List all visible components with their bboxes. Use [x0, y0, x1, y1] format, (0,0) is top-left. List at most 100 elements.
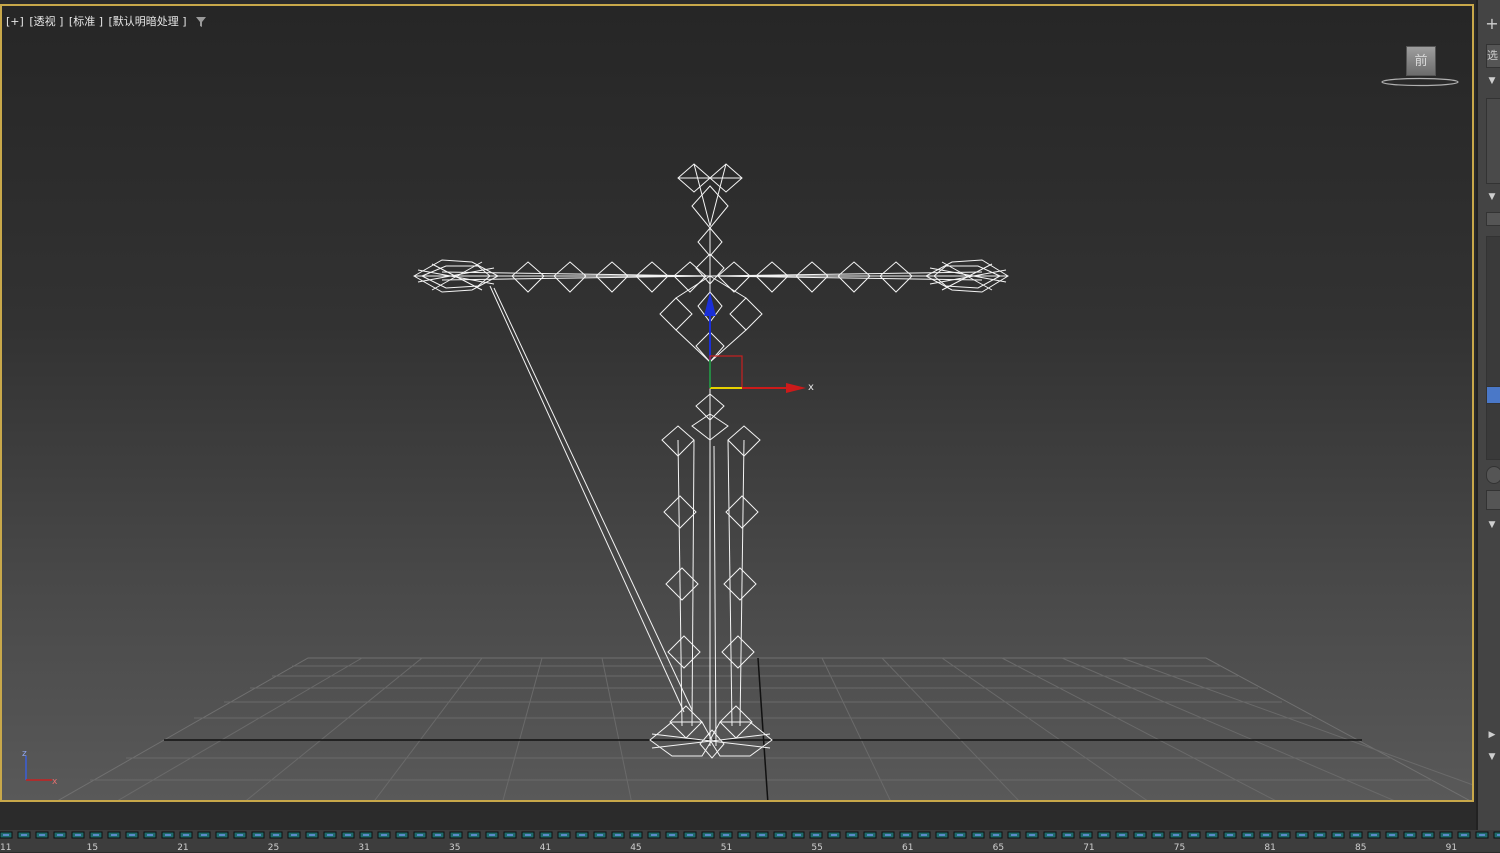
world-axis-tripod: z x	[22, 749, 58, 787]
timeline-key-mark	[1317, 834, 1323, 836]
timeline-key-mark	[363, 834, 369, 836]
timeline-key-mark	[165, 834, 171, 836]
timeline-key-mark	[1101, 834, 1107, 836]
timeline-key-mark	[417, 834, 423, 836]
timeline-key-mark	[21, 834, 27, 836]
axis-z-label: z	[22, 749, 27, 759]
timeline-key-mark	[1479, 834, 1485, 836]
plus-icon[interactable]: +	[1484, 14, 1500, 33]
ground-grid	[58, 657, 1472, 800]
timeline-key-mark	[993, 834, 999, 836]
timeline-track[interactable]	[0, 830, 1500, 840]
timeline-key-mark	[1371, 834, 1377, 836]
timeline-key-mark	[1173, 834, 1179, 836]
timeline-key-mark	[93, 834, 99, 836]
panel-button[interactable]	[1486, 490, 1500, 510]
viewcube[interactable]: 前	[1378, 46, 1462, 92]
timeline-key-mark	[669, 834, 675, 836]
timeline-key-mark	[183, 834, 189, 836]
timeline-key-mark	[1155, 834, 1161, 836]
timeline-key-mark	[111, 834, 117, 836]
timeline-key-mark	[615, 834, 621, 836]
timeline-key-mark	[831, 834, 837, 836]
timeline-key-mark	[525, 834, 531, 836]
timeline-key-mark	[129, 834, 135, 836]
timeline-key-mark	[1389, 834, 1395, 836]
timeline-key-mark	[597, 834, 603, 836]
collapse-arrow-icon[interactable]: ▼	[1484, 520, 1500, 530]
gizmo-x-label: x	[808, 382, 814, 393]
timeline-key-mark	[885, 834, 891, 836]
timeline-key-mark	[723, 834, 729, 836]
timeline-key-mark	[237, 834, 243, 836]
panel-radio[interactable]	[1486, 466, 1500, 484]
timeline-key-mark	[381, 834, 387, 836]
timeline-key-mark	[939, 834, 945, 836]
panel-checkbox[interactable]	[1486, 212, 1500, 226]
timeline-key-mark	[579, 834, 585, 836]
timeline-key-mark	[1407, 834, 1413, 836]
timeline-key-mark	[147, 834, 153, 836]
timeline-key-mark	[1335, 834, 1341, 836]
timeline-key-mark	[291, 834, 297, 836]
timeline-key-mark	[201, 834, 207, 836]
timeline[interactable]: 11 15 21 25 31 35 41 45 51 55 61 65 71 75 81 85 91	[0, 830, 1500, 853]
timeline-key-mark	[507, 834, 513, 836]
timeline-key-mark	[1263, 834, 1269, 836]
timeline-key-mark	[309, 834, 315, 836]
timeline-key-mark	[435, 834, 441, 836]
timeline-key-mark	[1299, 834, 1305, 836]
panel-list[interactable]	[1486, 236, 1500, 460]
timeline-key-mark	[453, 834, 459, 836]
collapse-arrow-icon[interactable]: ▼	[1484, 192, 1500, 202]
panel-section	[1486, 98, 1500, 184]
biped-skeleton[interactable]	[412, 163, 1009, 759]
timeline-key-mark	[957, 834, 963, 836]
timeline-key-mark	[489, 834, 495, 836]
timeline-ruler[interactable]: 11 15 21 25 31 35 41 45 51 55 61 65 71 75 81 85 91	[0, 840, 1500, 853]
timeline-key-mark	[1065, 834, 1071, 836]
timeline-key-mark	[1443, 834, 1449, 836]
timeline-key-mark	[1083, 834, 1089, 836]
timeline-key-mark	[273, 834, 279, 836]
timeline-key-mark	[1425, 834, 1431, 836]
timeline-key-mark	[219, 834, 225, 836]
timeline-key-mark	[741, 834, 747, 836]
timeline-key-mark	[813, 834, 819, 836]
timeline-key-mark	[39, 834, 45, 836]
timeline-key-mark	[1227, 834, 1233, 836]
timeline-key-mark	[327, 834, 333, 836]
timeline-key-mark	[1353, 834, 1359, 836]
timeline-key-mark	[633, 834, 639, 836]
perspective-viewport[interactable]: [+] [透视 ] [标准 ] [默认明暗处理 ] x z x 前	[0, 4, 1474, 802]
timeline-key-mark	[705, 834, 711, 836]
timeline-key-mark	[255, 834, 261, 836]
timeline-key-mark	[651, 834, 657, 836]
timeline-key-mark	[903, 834, 909, 836]
collapse-arrow-icon[interactable]: ▼	[1484, 76, 1500, 86]
timeline-key-mark	[1047, 834, 1053, 836]
expand-arrow-icon[interactable]: ▶	[1484, 730, 1500, 740]
collapse-arrow-icon[interactable]: ▼	[1484, 752, 1500, 762]
select-tab[interactable]: 选	[1486, 44, 1500, 68]
viewcube-ring[interactable]	[1378, 46, 1462, 92]
timeline-key-mark	[921, 834, 927, 836]
timeline-key-mark	[57, 834, 63, 836]
timeline-key-mark	[3, 834, 9, 836]
timeline-key-mark	[1281, 834, 1287, 836]
timeline-key-mark	[1209, 834, 1215, 836]
timeline-key-mark	[345, 834, 351, 836]
command-panel-strip[interactable]: + 选 ▼ ▼ ▼ ▶ ▼	[1476, 0, 1500, 830]
timeline-key-mark	[795, 834, 801, 836]
timeline-key-mark	[543, 834, 549, 836]
timeline-key-mark	[1137, 834, 1143, 836]
timeline-key-mark	[849, 834, 855, 836]
timeline-key-mark	[975, 834, 981, 836]
panel-list-selected-item[interactable]	[1486, 386, 1500, 404]
timeline-key-mark	[1119, 834, 1125, 836]
timeline-key-mark	[777, 834, 783, 836]
timeline-key-mark	[561, 834, 567, 836]
timeline-key-mark	[399, 834, 405, 836]
timeline-key-mark	[1029, 834, 1035, 836]
timeline-key-mark	[75, 834, 81, 836]
